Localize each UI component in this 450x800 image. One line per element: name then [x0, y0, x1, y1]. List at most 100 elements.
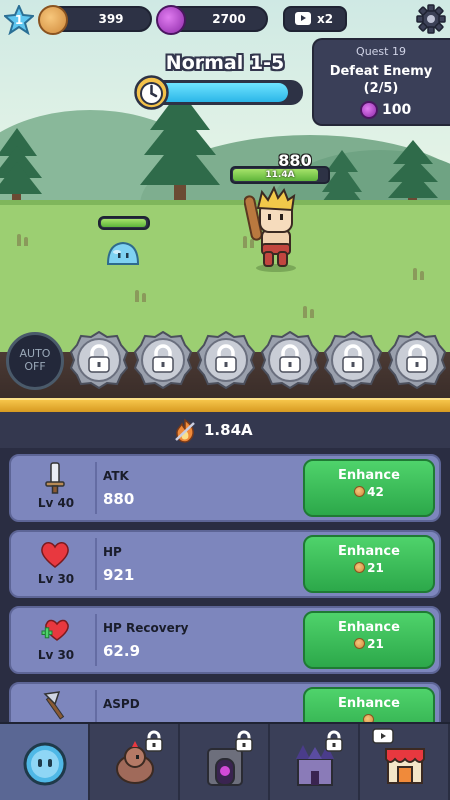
gem-amount: 2700 [212, 12, 246, 26]
enhance-cost: 42 [305, 485, 433, 499]
upgrade-icon-box: Lv 40 [19, 460, 89, 516]
coin-amount: 399 [98, 12, 124, 26]
stopwatch-icon [134, 75, 169, 110]
upgrade-name: HP Recovery [103, 621, 189, 635]
enhance-cost-value: 21 [367, 637, 384, 651]
upgrade-value: 880 [103, 490, 135, 508]
locked-skill-slot[interactable] [70, 331, 128, 389]
grass-tuft [300, 306, 318, 318]
hero-hp-text: 11.4A [265, 170, 295, 180]
gem-counter: 2700 [156, 5, 268, 35]
combat-power-bar: 1.84A [0, 412, 450, 448]
row-divider [95, 690, 97, 722]
locked-skill-slot[interactable] [324, 331, 382, 389]
combat-power-icon [175, 418, 195, 443]
tab-pet[interactable] [90, 724, 180, 800]
player-level: 1 [14, 13, 24, 27]
enhance-label: Enhance [338, 696, 400, 711]
gem-icon [156, 5, 186, 35]
stage-timer-bar [148, 80, 303, 105]
upgrade-icon-box: Lv 30 [19, 612, 89, 668]
upgrade-icon-box [19, 688, 89, 722]
lock-icon [235, 730, 253, 752]
row-divider [95, 614, 97, 666]
gem-icon [360, 101, 378, 119]
enhance-label: Enhance [338, 544, 400, 559]
video-ad-icon [295, 12, 311, 25]
quest-panel[interactable]: Quest 19 Defeat Enemy (2/5) 100 [312, 38, 450, 126]
grass-tuft [14, 234, 32, 246]
settings-gear-icon[interactable] [416, 4, 446, 34]
lock-icon [325, 730, 343, 752]
enhance-button[interactable]: Enhance 21 [303, 535, 435, 593]
stage-title: Normal 1-5 [165, 52, 285, 74]
enhance-button[interactable]: Enhance [303, 687, 435, 722]
quest-title: Quest 19 [356, 45, 406, 58]
auto-label-line1: AUTO [19, 347, 51, 360]
upgrade-name: ASPD [103, 697, 140, 711]
upgrade-name: HP [103, 545, 122, 559]
upgrade-name: ATK [103, 469, 129, 483]
upgrade-list[interactable]: Lv 40 ATK 880 Enhance 42 Lv 30 HP 921 Enhance 21 L… [0, 448, 450, 722]
pine-tree [0, 128, 42, 208]
quest-progress: (2/5) [363, 81, 399, 96]
coin-counter: 399 [38, 5, 152, 35]
upgrade-row: Lv 30 HP Recovery 62.9 Enhance 21 [9, 606, 441, 674]
enhance-button[interactable]: Enhance 42 [303, 459, 435, 517]
enhance-label: Enhance [338, 468, 400, 483]
speed-boost-button[interactable]: x2 [283, 6, 347, 32]
video-ad-icon [372, 728, 394, 744]
upgrade-row: Lv 30 HP 921 Enhance 21 [9, 530, 441, 598]
auto-label: AUTO OFF [9, 347, 61, 373]
enhance-cost-value: 42 [367, 485, 384, 499]
auto-label-line2: OFF [24, 360, 46, 373]
panel-divider [0, 398, 450, 412]
hero-hp-bar: 11.4A [230, 166, 330, 184]
quest-reward-amount: 100 [382, 102, 412, 118]
grass-tuft [132, 290, 150, 302]
enhance-label: Enhance [338, 620, 400, 635]
lock-icon [145, 730, 163, 752]
locked-skill-slot[interactable] [387, 331, 446, 389]
row-divider [95, 462, 97, 514]
quest-description: Defeat Enemy [329, 64, 433, 79]
stage-timer-fill [151, 83, 289, 102]
enhance-cost [305, 713, 433, 722]
heart-plus-icon [41, 619, 69, 641]
coin-icon [354, 562, 366, 573]
locked-skill-slot[interactable] [133, 331, 192, 389]
upgrade-level: Lv 40 [37, 496, 75, 510]
heart-icon [41, 542, 69, 568]
combat-power-value: 1.84A [204, 421, 253, 439]
enemy-hp-bar [98, 216, 150, 230]
enhance-cost-value: 21 [367, 561, 384, 575]
hero-icon [23, 742, 67, 786]
locked-skill-slot[interactable] [260, 331, 319, 389]
row-divider [95, 538, 97, 590]
enhance-cost: 21 [305, 637, 433, 651]
shop-icon [385, 748, 425, 784]
tab-hero[interactable] [0, 724, 90, 800]
tab-dungeon[interactable] [180, 724, 270, 800]
upgrade-value: 921 [103, 566, 135, 584]
sword-icon [45, 462, 65, 494]
grass-tuft [410, 268, 428, 280]
enemy-hp-fill [101, 219, 146, 227]
upgrade-level: Lv 30 [37, 572, 75, 586]
coin-icon [354, 638, 366, 649]
locked-skill-slot[interactable] [197, 331, 255, 389]
speed-multiplier: x2 [317, 12, 334, 26]
coin-icon [38, 5, 68, 35]
tab-castle[interactable] [270, 724, 360, 800]
tab-shop[interactable] [360, 724, 450, 800]
slime-enemy [106, 241, 140, 265]
hero-character [244, 186, 296, 272]
upgrade-row: ASPD Enhance [9, 682, 441, 722]
upgrade-value: 62.9 [103, 642, 141, 660]
bottom-tab-bar [0, 722, 450, 800]
upgrade-icon-box: Lv 30 [19, 536, 89, 592]
enhance-button[interactable]: Enhance 21 [303, 611, 435, 669]
coin-icon [354, 486, 366, 497]
upgrade-level: Lv 30 [37, 648, 75, 662]
auto-skill-toggle[interactable]: AUTO OFF [6, 332, 64, 390]
